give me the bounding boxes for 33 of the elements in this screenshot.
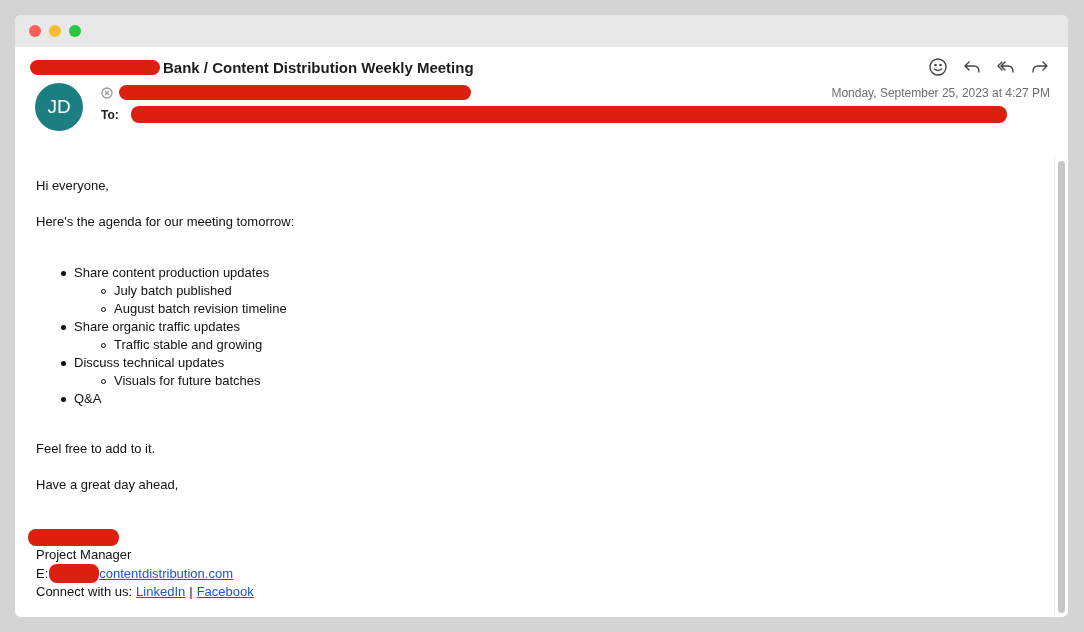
intro-text: Here's the agenda for our meeting tomorrow:: [36, 213, 296, 231]
closing-text: Feel free to add to it.: [36, 440, 157, 458]
bullet-icon: [61, 270, 66, 276]
separator-text: |: [189, 583, 193, 602]
avatar: JD: [35, 83, 83, 131]
agenda-item: Traffic stable and growing: [114, 336, 263, 354]
bullet-icon: [61, 396, 66, 402]
email-link[interactable]: contentdistribution.com: [99, 564, 233, 583]
social-link[interactable]: LinkedIn: [136, 583, 186, 602]
connect-label: Connect with us:: [36, 583, 133, 602]
closing-text: Have a great day ahead,: [36, 476, 180, 494]
date-text: Monday, September 25, 2023 at 4:27 PM: [831, 85, 1050, 100]
subject-title: Bank / Content Distribution Weekly Meeting: [163, 58, 474, 76]
agenda-item: Share organic traffic updates: [74, 318, 240, 336]
signature-title: Project Manager: [36, 546, 133, 565]
agenda-item: July batch published: [114, 282, 232, 300]
remove-icon[interactable]: [101, 86, 113, 99]
emoji-icon[interactable]: [928, 57, 948, 77]
social-link[interactable]: Facebook: [196, 583, 254, 602]
close-button[interactable]: [29, 25, 41, 37]
scrollbar-thumb[interactable]: [1058, 161, 1065, 613]
agenda-item: Q&A: [74, 390, 102, 408]
to-label: To:: [101, 107, 120, 122]
bullet-icon: [61, 324, 66, 330]
agenda-item: Share content production updates: [74, 264, 270, 282]
agenda-item: Visuals for future batches: [114, 372, 261, 390]
redaction-mark: [49, 564, 100, 584]
agenda-item: August batch revision timeline: [114, 300, 287, 318]
bullet-icon: [61, 360, 66, 366]
greeting-text: Hi everyone,: [36, 177, 110, 195]
zoom-button[interactable]: [69, 25, 81, 37]
email-label: E:: [36, 564, 49, 583]
agenda-item: Discuss technical updates: [74, 354, 225, 372]
